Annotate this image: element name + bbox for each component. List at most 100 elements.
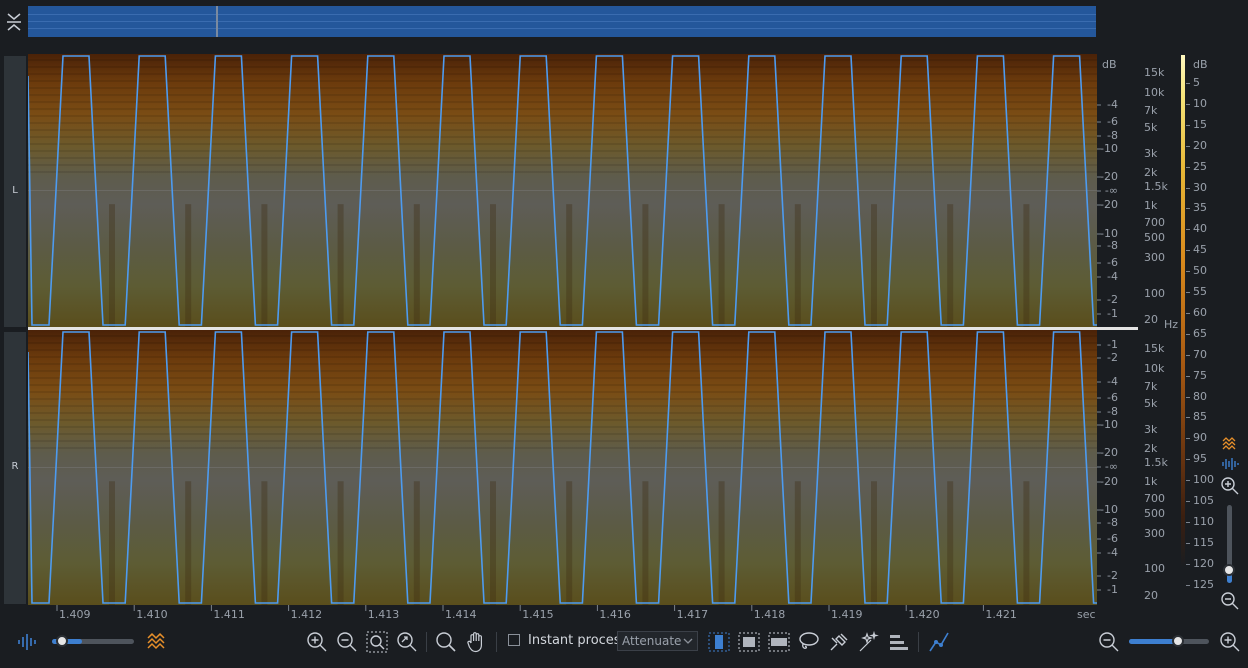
time-label: 1.412 — [290, 608, 323, 621]
zoom-out-horizontal-icon[interactable] — [1097, 630, 1123, 654]
colorbar-tick — [1186, 187, 1190, 189]
waveform-mode-icon[interactable] — [16, 630, 42, 654]
frequency-label: 1k — [1144, 199, 1158, 212]
colorbar-tick — [1186, 480, 1190, 482]
time-label: 1.413 — [367, 608, 400, 621]
frequency-label: 3k — [1144, 423, 1158, 436]
spectrogram-right[interactable] — [28, 330, 1097, 605]
colorbar-label: 50 — [1193, 264, 1207, 278]
zoom-in-icon[interactable] — [305, 630, 331, 654]
frequency-label: 1k — [1144, 475, 1158, 488]
channel-tab-left[interactable]: L — [4, 56, 26, 327]
colorbar-tick — [1186, 584, 1190, 586]
colorbar-label: 20 — [1193, 138, 1207, 152]
hand-tool-icon[interactable] — [464, 630, 490, 654]
colorbar-tick — [1186, 250, 1190, 252]
time-label: 1.416 — [599, 608, 631, 621]
colorbar-tick — [1186, 333, 1190, 335]
channel-tab-right[interactable]: R — [4, 332, 26, 604]
collapse-overview-icon[interactable] — [6, 10, 22, 34]
time-label: 1.410 — [136, 608, 168, 621]
envelope-tool-icon[interactable] — [927, 630, 953, 654]
zoom-fit-icon[interactable] — [395, 630, 421, 654]
colorbar-tick — [1186, 396, 1190, 398]
toolbar-separator — [496, 632, 497, 652]
spectrogram-colorbar — [1181, 55, 1185, 567]
waveform-view-icon[interactable] — [1221, 456, 1239, 472]
horizontal-zoom-knob[interactable] — [1172, 635, 1184, 647]
zoom-tool-icon[interactable] — [434, 630, 460, 654]
colorbar-label: 25 — [1193, 159, 1207, 173]
instant-process-label: Instant process — [528, 633, 628, 648]
time-label: 1.409 — [59, 608, 91, 621]
colorbar-tick — [1186, 229, 1190, 231]
frequency-label: 7k — [1144, 104, 1158, 117]
colorbar-tick — [1186, 271, 1190, 273]
magic-wand-tool-icon[interactable] — [857, 630, 883, 654]
vertical-zoom-knob[interactable] — [1223, 564, 1235, 576]
colorbar-label: 15 — [1193, 117, 1207, 131]
time-label: 1.414 — [445, 608, 477, 621]
colorbar-tick — [1186, 354, 1190, 356]
time-selection-tool-icon[interactable] — [707, 630, 733, 654]
colorbar-tick — [1186, 166, 1190, 168]
colorbar-tick — [1186, 542, 1190, 544]
spectrogram-left[interactable] — [28, 54, 1097, 327]
waveform-overview[interactable] — [28, 6, 1096, 37]
instant-process-mode-value: Attenuate — [622, 634, 682, 648]
frequency-label: 300 — [1144, 251, 1165, 264]
frequency-label: 300 — [1144, 527, 1165, 540]
overview-playhead[interactable] — [216, 6, 218, 37]
frequency-label: 1.5k — [1144, 456, 1168, 469]
colorbar-label: 55 — [1193, 285, 1207, 298]
zoom-in-vertical-icon[interactable] — [1220, 476, 1240, 496]
time-label: 1.417 — [676, 608, 709, 621]
spectrogram-opacity-knob[interactable] — [56, 635, 68, 647]
colorbar-label: 40 — [1193, 222, 1207, 236]
colorbar-label: 10 — [1193, 96, 1207, 110]
toolbar-separator — [918, 632, 919, 652]
frequency-label: 500 — [1144, 507, 1165, 520]
harmonic-selection-tool-icon[interactable] — [887, 630, 913, 654]
frequency-label: 5k — [1144, 397, 1158, 410]
colorbar-label: 30 — [1193, 180, 1207, 194]
time-label: 1.419 — [831, 608, 863, 621]
channel-label-left: L — [12, 185, 18, 196]
instant-process-mode-select[interactable]: Attenuate — [617, 631, 698, 651]
colorbar-label: 70 — [1193, 347, 1207, 361]
frequency-selection-tool-icon[interactable] — [767, 630, 793, 654]
frequency-label: 2k — [1144, 442, 1158, 455]
zoom-out-icon[interactable] — [335, 630, 361, 654]
colorbar-tick — [1186, 521, 1190, 523]
spectrogram-view-icon[interactable] — [1221, 436, 1239, 452]
frequency-label: 500 — [1144, 231, 1165, 244]
colorbar-tick — [1186, 501, 1190, 502]
colorbar-tick — [1186, 417, 1190, 419]
channel-label-right: R — [11, 461, 19, 472]
zoom-to-selection-icon[interactable] — [365, 630, 391, 654]
frequency-label: 15k — [1144, 66, 1165, 79]
frequency-label: 2k — [1144, 166, 1158, 179]
colorbar-tick — [1186, 124, 1190, 126]
lasso-tool-icon[interactable] — [797, 630, 823, 654]
time-frequency-selection-tool-icon[interactable] — [737, 630, 763, 654]
time-label: 1.421 — [985, 608, 1017, 621]
colorbar-tick — [1186, 292, 1190, 293]
frequency-label: 100 — [1144, 287, 1165, 300]
zoom-in-horizontal-icon[interactable] — [1218, 630, 1244, 654]
frequency-label: 100 — [1144, 562, 1165, 575]
colorbar-label: 120 — [1193, 556, 1214, 570]
zoom-out-vertical-icon[interactable] — [1220, 591, 1240, 611]
colorbar-label: 85 — [1193, 410, 1207, 424]
instant-process-checkbox[interactable] — [508, 634, 520, 646]
brush-tool-icon[interactable] — [827, 630, 853, 654]
colorbar-tick — [1186, 312, 1190, 314]
frequency-label: 15k — [1144, 342, 1165, 355]
colorbar-label: 105 — [1193, 494, 1214, 507]
colorbar-label: 35 — [1193, 201, 1207, 215]
frequency-label: 10k — [1144, 362, 1165, 375]
spectrogram-mode-icon[interactable] — [145, 630, 171, 654]
colorbar-label: 100 — [1193, 473, 1214, 487]
colorbar-tick — [1186, 103, 1190, 105]
amplitude-ticks — [1097, 104, 1101, 591]
